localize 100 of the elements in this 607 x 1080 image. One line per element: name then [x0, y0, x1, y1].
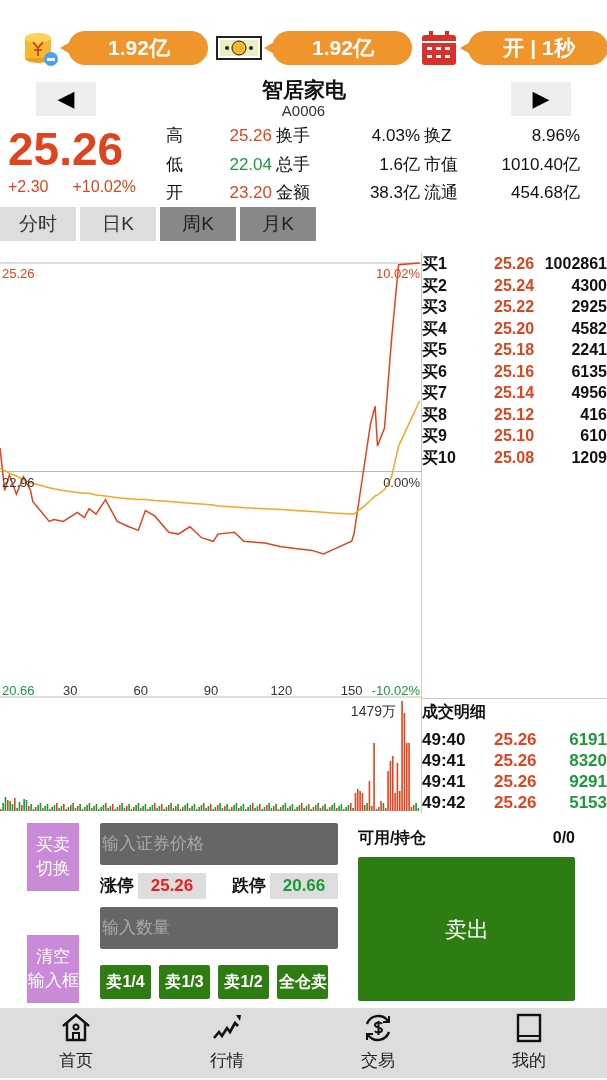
stat-value: 1.6亿 — [378, 153, 420, 176]
trade-volume: 5153 — [568, 792, 607, 813]
quantity-input[interactable]: 输入数量 — [100, 907, 338, 949]
stat-label: 换手 — [276, 125, 311, 147]
limit-up-value: 25.26 — [138, 873, 206, 899]
order-level: 买6 — [422, 361, 448, 382]
stock-code: A0006 — [280, 102, 327, 120]
trade-time: 49:42 — [422, 792, 467, 813]
order-level: 买5 — [422, 340, 448, 360]
order-volume: 2925 — [570, 297, 607, 317]
switch-button[interactable]: 买卖 切换 — [27, 823, 79, 891]
order-price: 25.26 — [494, 254, 536, 274]
axis-label: 25.26 — [2, 266, 35, 281]
period-tab[interactable]: 日K — [80, 207, 156, 241]
stock-name: 智居家电 — [261, 78, 346, 102]
stat-value: 1010.40亿 — [500, 153, 580, 176]
axis-label: 90 — [203, 683, 219, 698]
order-price: 25.24 — [494, 275, 536, 296]
nav-tab[interactable]: 我的 — [453, 1008, 604, 1078]
trade-price: 25.26 — [494, 792, 537, 813]
position-label: 可用/持仓 — [358, 828, 427, 848]
quick-sell-button[interactable]: 卖1/2 — [218, 965, 269, 999]
stat-label: 高 — [166, 125, 184, 147]
axis-label: -10.02% — [371, 683, 420, 698]
order-price: 25.20 — [494, 318, 536, 339]
order-volume: 2241 — [570, 340, 607, 360]
sell-button[interactable]: 卖出 — [358, 857, 575, 1001]
order-volume: 1002861 — [543, 254, 607, 274]
order-level: 买4 — [422, 318, 448, 339]
section-title: 成交明细 — [422, 702, 487, 722]
trade-price: 25.26 — [494, 750, 537, 771]
order-price: 25.10 — [494, 426, 536, 446]
stat-label: 市值 — [424, 153, 459, 176]
stat-pill: 1.92亿 — [60, 30, 208, 65]
trade-volume: 6191 — [568, 729, 607, 750]
axis-label: 30 — [63, 683, 78, 698]
quick-sell-button[interactable]: 卖1/4 — [100, 965, 151, 999]
trade-time: 49:41 — [422, 750, 467, 771]
stat-label: 总手 — [276, 153, 311, 176]
order-price: 25.16 — [494, 361, 536, 382]
axis-label: 20.66 — [2, 683, 35, 698]
stat-label: 金额 — [276, 182, 311, 205]
nav-tab[interactable]: 交易 — [302, 1008, 453, 1078]
stat-value: 4.03% — [370, 125, 420, 147]
price-input[interactable]: 输入证券价格 — [100, 823, 338, 865]
order-price: 25.22 — [494, 297, 536, 317]
trade-price: 25.26 — [494, 729, 537, 750]
axis-label: 60 — [133, 683, 148, 698]
next-button[interactable]: ▶ — [511, 82, 571, 116]
order-volume: 6135 — [570, 361, 607, 382]
stat-label: 流通 — [424, 182, 459, 205]
quick-sell-button[interactable]: 全仓卖 — [277, 965, 328, 999]
order-level: 买8 — [422, 404, 448, 425]
position-value: 0/0 — [552, 828, 575, 848]
current-price: 25.26 — [8, 123, 125, 175]
order-level: 买7 — [422, 383, 448, 403]
nav-tab[interactable]: 首页 — [0, 1008, 151, 1078]
stat-pill: 1.92亿 — [264, 30, 412, 65]
price-change: +2.30 — [8, 177, 49, 197]
order-volume: 610 — [579, 426, 607, 446]
previous-button[interactable]: ◀ — [36, 82, 96, 116]
trade-volume: 8320 — [568, 750, 607, 771]
limit-up-label: 涨停 — [100, 875, 134, 898]
order-volume: 4582 — [570, 318, 607, 339]
order-price: 25.12 — [494, 404, 536, 425]
stat-value: 454.68亿 — [510, 182, 580, 205]
trade-time: 49:40 — [422, 729, 467, 750]
axis-label: 150 — [340, 683, 363, 698]
order-volume: 1209 — [570, 447, 607, 468]
stat-value: 38.3亿 — [368, 182, 420, 205]
order-volume: 416 — [579, 404, 607, 425]
trade-price: 25.26 — [494, 771, 537, 792]
percent-change: +10.02% — [72, 177, 137, 197]
stat-label: 低 — [166, 153, 184, 176]
stat-value: 8.96% — [530, 125, 580, 147]
order-level: 买3 — [422, 297, 448, 317]
order-volume: 4956 — [570, 383, 607, 403]
limit-down-label: 跌停 — [232, 875, 266, 898]
order-level: 买1 — [422, 254, 448, 274]
order-volume: 4300 — [570, 275, 607, 296]
order-price: 25.18 — [494, 340, 536, 360]
stat-value: 23.20 — [228, 182, 272, 205]
order-price: 25.14 — [494, 383, 536, 403]
axis-label: 120 — [270, 683, 293, 698]
order-level: 买9 — [422, 426, 448, 446]
stat-label: 开 — [166, 182, 184, 205]
quick-sell-button[interactable]: 卖1/3 — [159, 965, 210, 999]
nav-tab[interactable]: 行情 — [151, 1008, 302, 1078]
stat-label: 换Z — [424, 125, 453, 147]
order-level: 买2 — [422, 275, 448, 296]
limit-down-value: 20.66 — [270, 873, 338, 899]
stat-value: 22.04 — [228, 153, 272, 176]
clear-button[interactable]: 清空 输入框 — [27, 935, 79, 1003]
stat-value: 25.26 — [228, 125, 272, 147]
calendar-icon — [420, 28, 458, 67]
stat-pill: 开 | 1秒 — [460, 30, 607, 65]
trade-time: 49:41 — [422, 771, 467, 792]
order-level: 买10 — [422, 447, 457, 468]
trade-volume: 9291 — [568, 771, 607, 792]
period-tab[interactable]: 分时 — [0, 207, 76, 241]
